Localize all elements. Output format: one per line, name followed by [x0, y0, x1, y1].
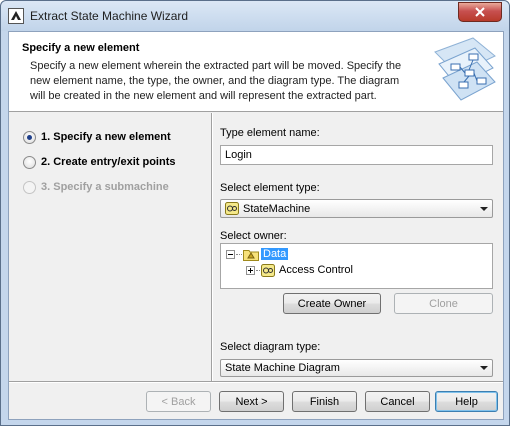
element-type-label: Select element type:: [220, 182, 320, 194]
wizard-window: Extract State Machine Wizard Specify a n…: [0, 0, 510, 426]
diagram-type-label: Select diagram type:: [220, 341, 321, 353]
element-type-select[interactable]: StateMachine: [220, 199, 493, 218]
step-label: 2. Create entry/exit points: [41, 156, 176, 168]
next-button[interactable]: Next >: [219, 391, 284, 412]
header-description: Specify a new element wherein the extrac…: [30, 60, 402, 102]
radio-icon: [23, 155, 36, 169]
element-type-value: StateMachine: [243, 202, 311, 215]
element-name-label: Type element name:: [220, 127, 320, 139]
tree-node-label: Data: [261, 248, 289, 260]
state-machine-icon: [225, 202, 239, 215]
wizard-graphic-icon: [434, 37, 496, 101]
footer-divider: [9, 381, 503, 383]
wizard-body: Specify a new element Specify a new elem…: [8, 31, 504, 420]
clone-button: Clone: [394, 293, 493, 314]
cancel-button[interactable]: Cancel: [365, 391, 430, 412]
radio-checked-icon: [23, 130, 36, 144]
step-submachine: 3. Specify a submachine: [23, 178, 169, 196]
back-button: < Back: [146, 391, 211, 412]
owner-tree[interactable]: Data Access Control: [220, 243, 493, 289]
collapse-icon[interactable]: [226, 249, 235, 259]
app-icon: [8, 8, 24, 24]
tree-node-data[interactable]: Data: [226, 246, 289, 262]
title-bar: Extract State Machine Wizard: [1, 1, 509, 31]
element-name-input[interactable]: Login: [220, 145, 493, 165]
chevron-down-icon[interactable]: [476, 360, 492, 376]
expand-icon[interactable]: [246, 265, 255, 275]
close-icon: [475, 7, 485, 17]
tree-node-label: Access Control: [279, 264, 353, 276]
create-owner-button[interactable]: Create Owner: [283, 293, 381, 314]
window-title: Extract State Machine Wizard: [30, 9, 189, 23]
diagram-type-value: State Machine Diagram: [225, 362, 340, 374]
wizard-header: Specify a new element Specify a new elem…: [9, 32, 503, 112]
package-icon: [243, 249, 259, 261]
radio-disabled-icon: [23, 180, 36, 194]
step-label: 1. Specify a new element: [41, 131, 171, 143]
step-specify-element[interactable]: 1. Specify a new element: [23, 128, 171, 146]
close-button[interactable]: [458, 2, 502, 22]
header-title: Specify a new element: [22, 42, 140, 54]
help-button[interactable]: Help: [435, 391, 498, 412]
diagram-type-select[interactable]: State Machine Diagram: [220, 359, 493, 377]
tree-node-access-control[interactable]: Access Control: [246, 262, 353, 278]
finish-button[interactable]: Finish: [292, 391, 357, 412]
step-entry-exit-points[interactable]: 2. Create entry/exit points: [23, 153, 176, 171]
vertical-divider: [211, 113, 213, 381]
chevron-down-icon[interactable]: [476, 200, 492, 217]
state-machine-icon: [261, 263, 275, 277]
owner-label: Select owner:: [220, 230, 287, 242]
step-label: 3. Specify a submachine: [41, 181, 169, 193]
steps-panel: 1. Specify a new element 2. Create entry…: [9, 113, 209, 378]
